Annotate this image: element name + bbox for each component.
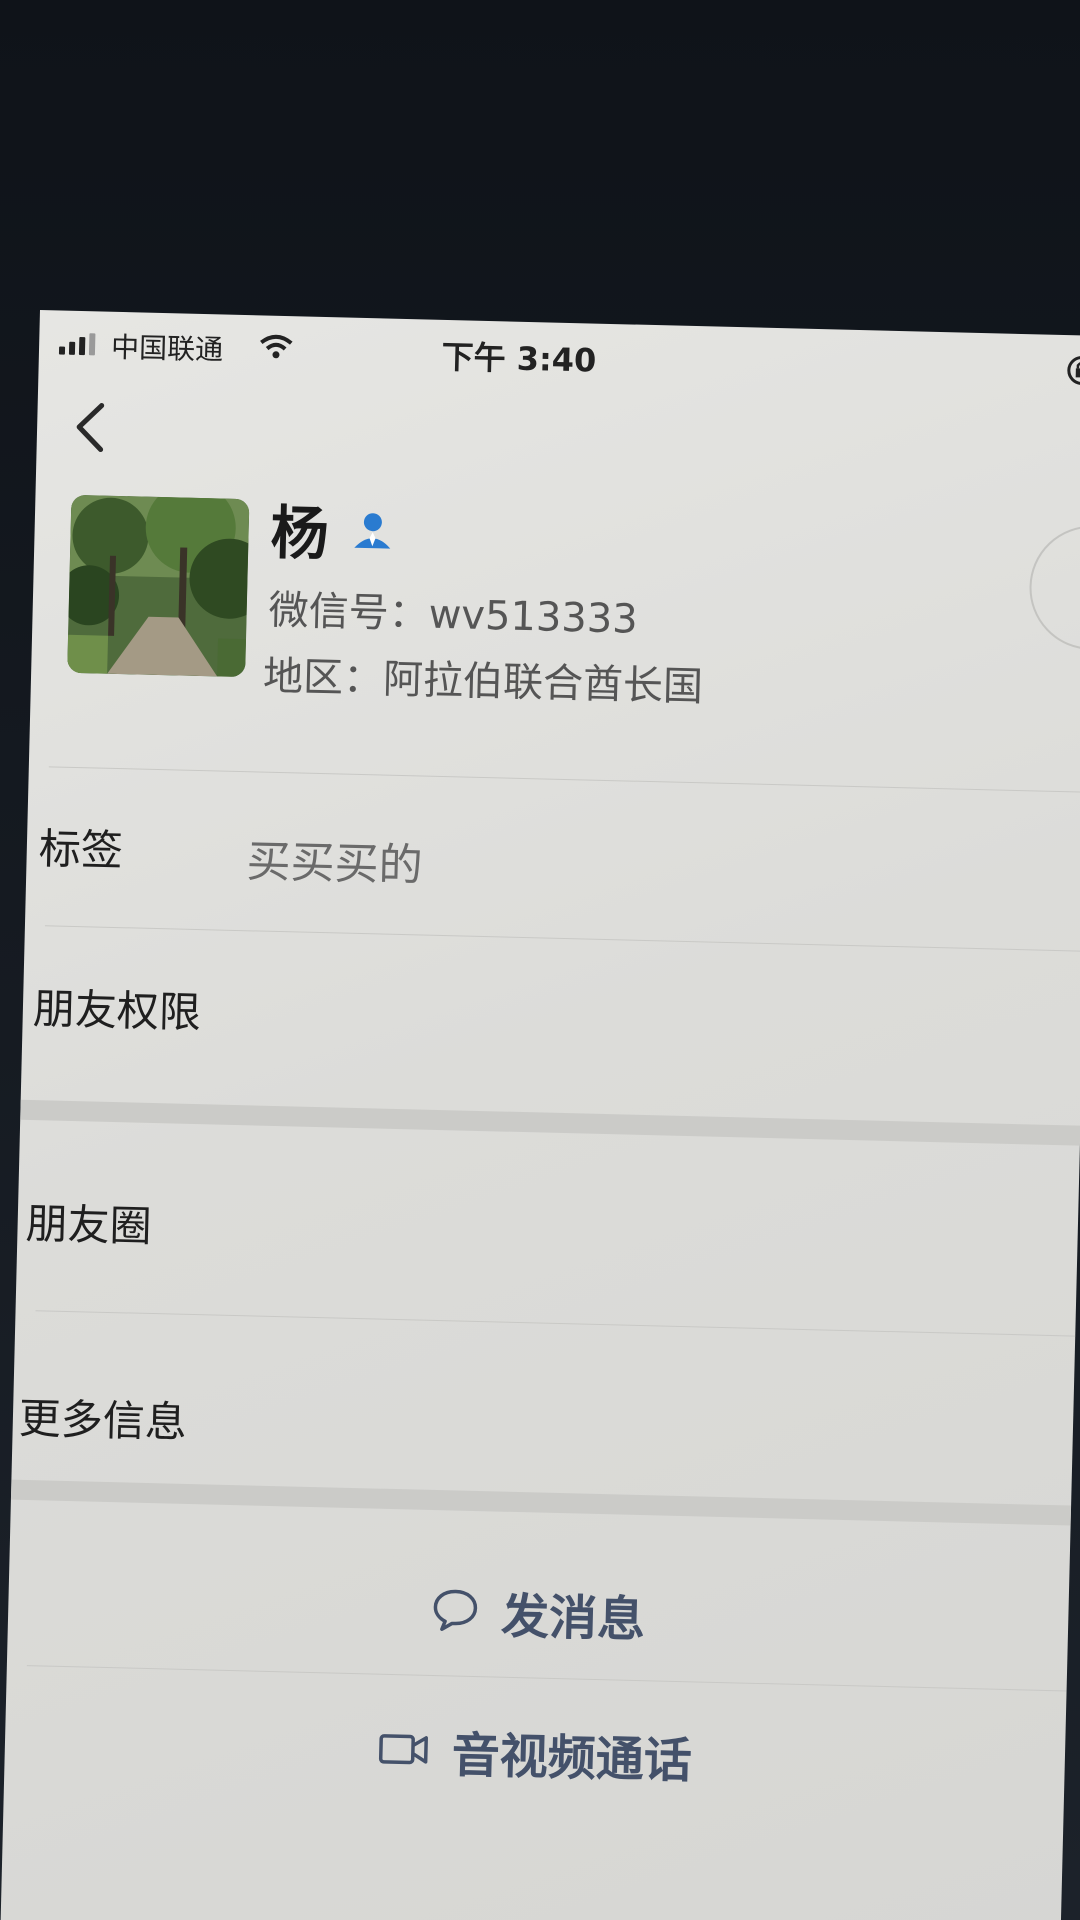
status-time: 下午 3:40: [441, 337, 597, 380]
phone-screen: 中国联通 下午 3:40 杨 微信号：wv513333 地区：阿拉伯联合酋长国 …: [0, 310, 1080, 1920]
tags-label[interactable]: 标签: [38, 815, 123, 878]
avatar[interactable]: [67, 494, 250, 678]
contact-person-icon: [354, 513, 391, 549]
divider: [26, 1665, 1067, 1692]
name-row: 杨: [270, 486, 396, 573]
friend-permissions-row[interactable]: 朋友权限: [32, 975, 201, 1040]
send-message-button[interactable]: 发消息: [8, 1565, 1069, 1661]
contact-name: 杨: [269, 498, 330, 569]
region: 地区：阿拉伯联合酋长国: [262, 653, 704, 711]
divider: [48, 766, 1080, 793]
video-call-button[interactable]: 音视频通话: [4, 1705, 1065, 1801]
tags-value[interactable]: 买买买的: [246, 825, 424, 893]
section-gap: [20, 1099, 1080, 1146]
divider: [35, 1310, 1076, 1337]
send-message-label: 发消息: [500, 1588, 646, 1649]
photo-background: 中国联通 下午 3:40 杨 微信号：wv513333 地区：阿拉伯联合酋长国 …: [0, 0, 1080, 1920]
status-bar: 中国联通 下午 3:40: [38, 310, 1080, 400]
video-call-label: 音视频通话: [451, 1727, 693, 1790]
moments-row[interactable]: 朋友圈: [25, 1190, 152, 1254]
video-camera-icon: [378, 1734, 428, 1765]
back-chevron-icon[interactable]: [64, 397, 115, 458]
orientation-lock-icon: [1067, 355, 1080, 385]
divider: [44, 925, 1080, 952]
profile-decoration: [1028, 524, 1080, 652]
wechat-id: 微信号：wv513333: [268, 587, 639, 643]
avatar-photo: [67, 494, 250, 678]
chat-bubble-icon: [433, 1589, 478, 1631]
more-info-row[interactable]: 更多信息: [18, 1385, 187, 1450]
section-gap: [10, 1479, 1072, 1526]
